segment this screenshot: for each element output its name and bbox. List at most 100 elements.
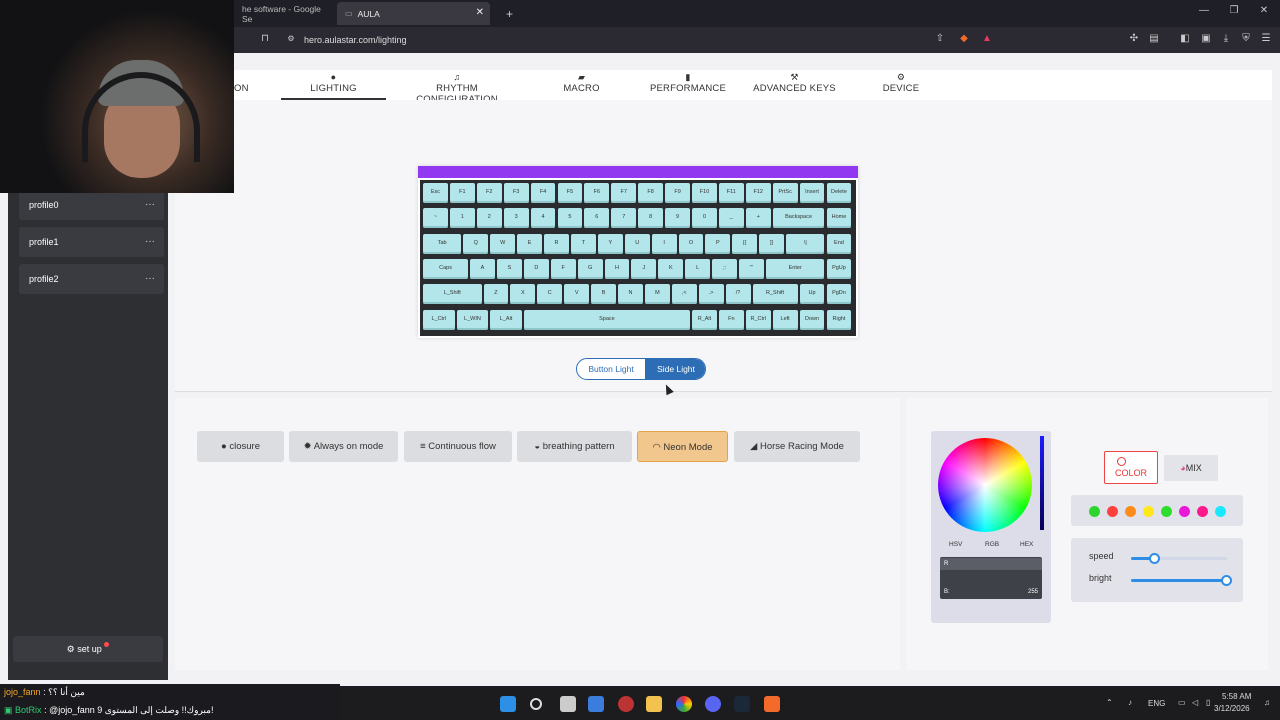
g-field[interactable] — [940, 571, 1042, 583]
key[interactable]: A — [470, 258, 495, 279]
key[interactable]: End — [826, 233, 852, 254]
tab-device[interactable]: ⚙ DEVICE — [868, 70, 934, 100]
key[interactable]: K — [658, 258, 684, 279]
color-swatch[interactable] — [1107, 506, 1118, 517]
key[interactable]: + — [745, 208, 771, 229]
key[interactable]: Q — [463, 233, 489, 254]
key[interactable]: Z — [483, 284, 509, 305]
more-icon[interactable]: ··· — [145, 190, 155, 220]
key[interactable]: \| — [786, 233, 825, 254]
format-rgb[interactable]: RGB — [985, 541, 999, 548]
setup-button[interactable]: ⚙ set up — [13, 636, 163, 662]
tab-google-search[interactable]: he software - Google Se — [234, 2, 334, 25]
key[interactable]: Backspace — [772, 208, 825, 229]
side-light-button[interactable]: Side Light — [645, 359, 705, 379]
store-icon[interactable] — [588, 696, 604, 712]
folder-icon[interactable] — [646, 696, 662, 712]
start-icon[interactable] — [500, 696, 516, 712]
color-swatch[interactable] — [1143, 506, 1154, 517]
vpn-icon[interactable]: ⛨ — [1239, 32, 1253, 46]
mode-neon[interactable]: ◠ Neon Mode — [637, 431, 728, 462]
key[interactable]: Y — [597, 233, 623, 254]
key[interactable]: M — [644, 284, 670, 305]
color-swatch[interactable] — [1215, 506, 1226, 517]
key[interactable]: 4 — [530, 208, 556, 229]
key[interactable]: F10 — [692, 183, 717, 203]
key[interactable]: F7 — [611, 183, 637, 203]
key[interactable]: ~ — [423, 208, 448, 229]
minimize-button[interactable]: — — [1196, 5, 1212, 16]
chrome-icon[interactable] — [676, 696, 692, 712]
key[interactable]: 7 — [611, 208, 637, 229]
key[interactable]: .> — [698, 284, 724, 305]
key[interactable]: ;: — [712, 258, 738, 279]
key[interactable]: Fn — [718, 309, 744, 330]
r-field[interactable]: R — [940, 558, 1042, 570]
key[interactable]: Down — [799, 309, 825, 330]
key[interactable]: W — [490, 233, 516, 254]
hue-slider[interactable] — [1040, 436, 1044, 530]
mode-breathing-pattern[interactable]: ◒ breathing pattern — [517, 431, 632, 462]
network-icon[interactable]: ▭ — [1178, 698, 1186, 707]
mode-continuous-flow[interactable]: ≡ Continuous flow — [404, 431, 512, 462]
color-swatch[interactable] — [1197, 506, 1208, 517]
key[interactable]: R_Ctrl — [745, 309, 771, 330]
tab-advanced-keys[interactable]: ⚒ ADVANCED KEYS — [749, 70, 840, 100]
key[interactable]: PgUp — [826, 258, 852, 279]
clock-date[interactable]: 3/12/2026 — [1214, 704, 1250, 713]
key[interactable]: B — [591, 284, 617, 305]
tab-lighting[interactable]: ● LIGHTING — [281, 70, 386, 100]
key[interactable]: F11 — [718, 183, 744, 203]
key[interactable]: R — [544, 233, 569, 254]
key[interactable]: F8 — [638, 183, 664, 203]
key[interactable]: R_Alt — [692, 309, 717, 330]
url-field[interactable]: hero.aulastar.com/lighting — [304, 27, 407, 53]
key[interactable]: O — [678, 233, 704, 254]
key[interactable]: [{ — [732, 233, 758, 254]
sidebar-toggle-icon[interactable]: ◧ — [1178, 32, 1192, 46]
rewards-icon[interactable]: ▲ — [980, 32, 994, 46]
bookmark-icon[interactable]: ⊓ — [258, 32, 272, 46]
profile-item[interactable]: profile2 ··· — [19, 264, 164, 294]
app-icon[interactable] — [618, 696, 634, 712]
profile-item[interactable]: profile1 ··· — [19, 227, 164, 257]
key[interactable]: 9 — [665, 208, 690, 229]
key[interactable]: G — [577, 258, 603, 279]
key[interactable]: Space — [523, 309, 690, 330]
brave-icon[interactable] — [764, 696, 780, 712]
tab-performance[interactable]: ▮ PERFORMANCE — [646, 70, 730, 100]
key[interactable]: I — [651, 233, 677, 254]
mix-button[interactable]: ◕MIX — [1164, 455, 1218, 481]
color-wheel[interactable] — [938, 438, 1032, 532]
key[interactable]: L_Ctrl — [423, 309, 455, 330]
bright-slider[interactable] — [1131, 575, 1232, 586]
speed-knob[interactable] — [1149, 553, 1160, 564]
reading-list-icon[interactable]: ▤ — [1147, 32, 1161, 46]
key[interactable]: X — [510, 284, 536, 305]
button-light-button[interactable]: Button Light — [577, 359, 645, 379]
bell-icon[interactable]: ♫ — [1264, 698, 1270, 707]
key[interactable]: N — [618, 284, 643, 305]
brave-shield-icon[interactable]: ◆ — [957, 32, 971, 46]
key[interactable]: V — [564, 284, 590, 305]
key[interactable]: J — [631, 258, 657, 279]
key[interactable]: S — [496, 258, 522, 279]
chevron-up-icon[interactable]: ⌃ — [1106, 698, 1113, 707]
tab-rhythm-configuration[interactable]: ♫ RHYTHM CONFIGURATION — [394, 70, 520, 105]
color-swatch[interactable] — [1125, 506, 1136, 517]
key[interactable]: F5 — [557, 183, 583, 203]
key[interactable]: F2 — [476, 183, 502, 203]
key[interactable]: P — [705, 233, 731, 254]
color-button[interactable]: COLOR — [1104, 451, 1158, 484]
key[interactable]: E — [517, 233, 543, 254]
wallet-icon[interactable]: ▣ — [1199, 32, 1213, 46]
format-hex[interactable]: HEX — [1020, 541, 1033, 548]
key[interactable]: F6 — [584, 183, 610, 203]
discord-icon[interactable] — [705, 696, 721, 712]
key[interactable]: 0 — [692, 208, 717, 229]
menu-icon[interactable]: ☰ — [1259, 32, 1273, 46]
clock-time[interactable]: 5:58 AM — [1222, 692, 1251, 701]
key[interactable]: Enter — [765, 258, 825, 279]
format-hsv[interactable]: HSV — [949, 541, 962, 548]
key[interactable]: 5 — [557, 208, 583, 229]
